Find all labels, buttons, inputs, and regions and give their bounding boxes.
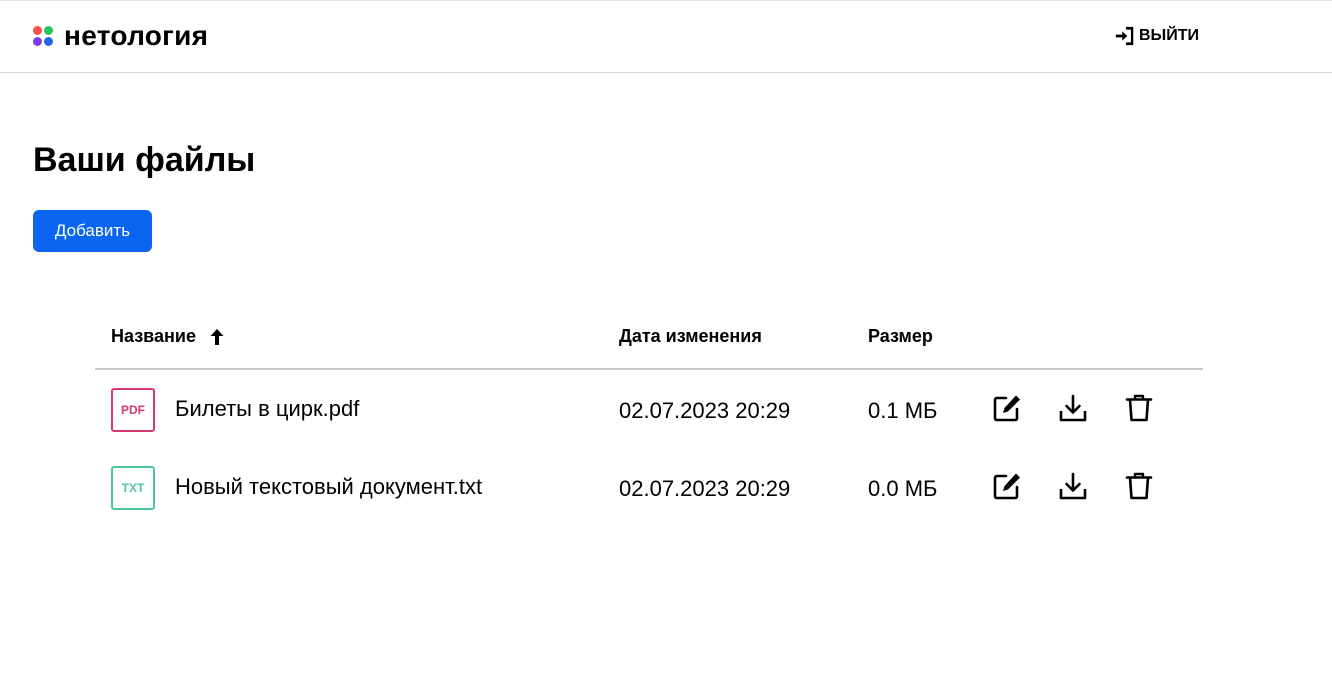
- files-table: Название Дата изменения Размер PDF Билет…: [95, 318, 1203, 526]
- column-header-size[interactable]: Размер: [868, 326, 933, 347]
- sign-out-icon: [1115, 26, 1134, 46]
- download-icon: [1059, 472, 1087, 500]
- page-title: Ваши файлы: [33, 141, 256, 179]
- header: нетология ВЫЙТИ: [0, 0, 1332, 73]
- edit-button[interactable]: [991, 470, 1023, 502]
- download-button[interactable]: [1057, 392, 1089, 424]
- file-date: 02.07.2023 20:29: [619, 476, 791, 501]
- file-name[interactable]: Новый текстовый документ.txt: [175, 474, 482, 500]
- file-size: 0.0 МБ: [868, 476, 938, 501]
- download-icon: [1059, 394, 1087, 422]
- txt-file-icon: TXT: [111, 466, 155, 510]
- table-row[interactable]: PDF Билеты в цирк.pdf 02.07.2023 20:29 0…: [95, 370, 1203, 448]
- pdf-file-icon: PDF: [111, 388, 155, 432]
- edit-icon: [993, 395, 1020, 422]
- logout-label: ВЫЙТИ: [1139, 27, 1199, 44]
- logout-button[interactable]: ВЫЙТИ: [1114, 25, 1199, 47]
- edit-button[interactable]: [991, 392, 1023, 424]
- column-header-name[interactable]: Название: [111, 326, 224, 347]
- delete-button[interactable]: [1123, 470, 1155, 502]
- table-header: Название Дата изменения Размер: [95, 318, 1203, 370]
- logo-mark-icon: [33, 26, 53, 46]
- trash-icon: [1125, 394, 1153, 422]
- logo[interactable]: нетология: [32, 20, 209, 51]
- download-button[interactable]: [1057, 470, 1089, 502]
- file-date: 02.07.2023 20:29: [619, 398, 791, 423]
- arrow-up-icon[interactable]: [210, 328, 224, 345]
- file-size: 0.1 МБ: [868, 398, 938, 423]
- add-file-button[interactable]: Добавить: [33, 210, 152, 252]
- column-date-label: Дата изменения: [619, 326, 762, 346]
- edit-icon: [993, 473, 1020, 500]
- table-row[interactable]: TXT Новый текстовый документ.txt 02.07.2…: [95, 448, 1203, 526]
- column-size-label: Размер: [868, 326, 933, 346]
- file-name[interactable]: Билеты в цирк.pdf: [175, 396, 359, 422]
- logo-text: нетология: [64, 20, 209, 51]
- column-header-date[interactable]: Дата изменения: [619, 326, 762, 347]
- trash-icon: [1125, 472, 1153, 500]
- delete-button[interactable]: [1123, 392, 1155, 424]
- column-name-label: Название: [111, 326, 196, 346]
